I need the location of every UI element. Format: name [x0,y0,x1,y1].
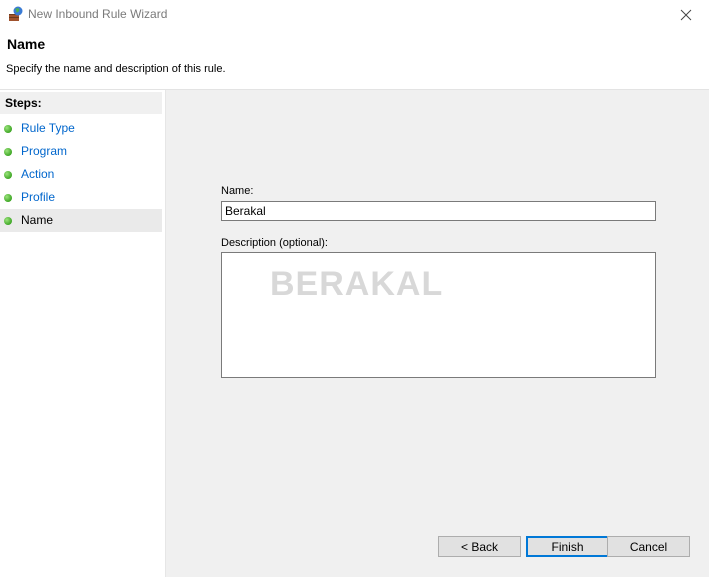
page-subtitle: Specify the name and description of this… [6,63,226,75]
finish-button[interactable]: Finish [526,536,609,557]
description-label: Description (optional): [221,237,328,249]
step-action[interactable]: Action [0,163,162,186]
step-status-icon [4,194,12,202]
step-label: Profile [21,190,56,204]
close-button[interactable] [663,0,709,30]
step-label: Rule Type [21,121,75,135]
step-profile[interactable]: Profile [0,186,162,209]
step-label: Action [21,167,55,181]
wizard-content: Name: Description (optional): BERAKAL < … [166,90,709,577]
wizard-header: Name Specify the name and description of… [0,30,709,88]
step-name[interactable]: Name [0,209,162,232]
step-status-icon [4,217,12,225]
steps-heading: Steps: [0,92,162,114]
name-input[interactable] [221,201,656,221]
close-icon [680,9,692,21]
name-label: Name: [221,185,254,197]
title-bar: New Inbound Rule Wizard [0,0,709,30]
window-title: New Inbound Rule Wizard [28,7,168,21]
cancel-button[interactable]: Cancel [607,536,690,557]
step-rule-type[interactable]: Rule Type [0,117,162,140]
description-input[interactable] [221,252,656,378]
step-status-icon [4,125,12,133]
firewall-globe-icon [8,6,24,22]
step-label: Name [21,213,54,227]
step-status-icon [4,148,12,156]
back-button[interactable]: < Back [438,536,521,557]
step-program[interactable]: Program [0,140,162,163]
step-label: Program [21,144,68,158]
step-status-icon [4,171,12,179]
page-title: Name [7,36,46,52]
steps-pane: Steps: Rule Type Program Action Profile … [0,90,166,577]
